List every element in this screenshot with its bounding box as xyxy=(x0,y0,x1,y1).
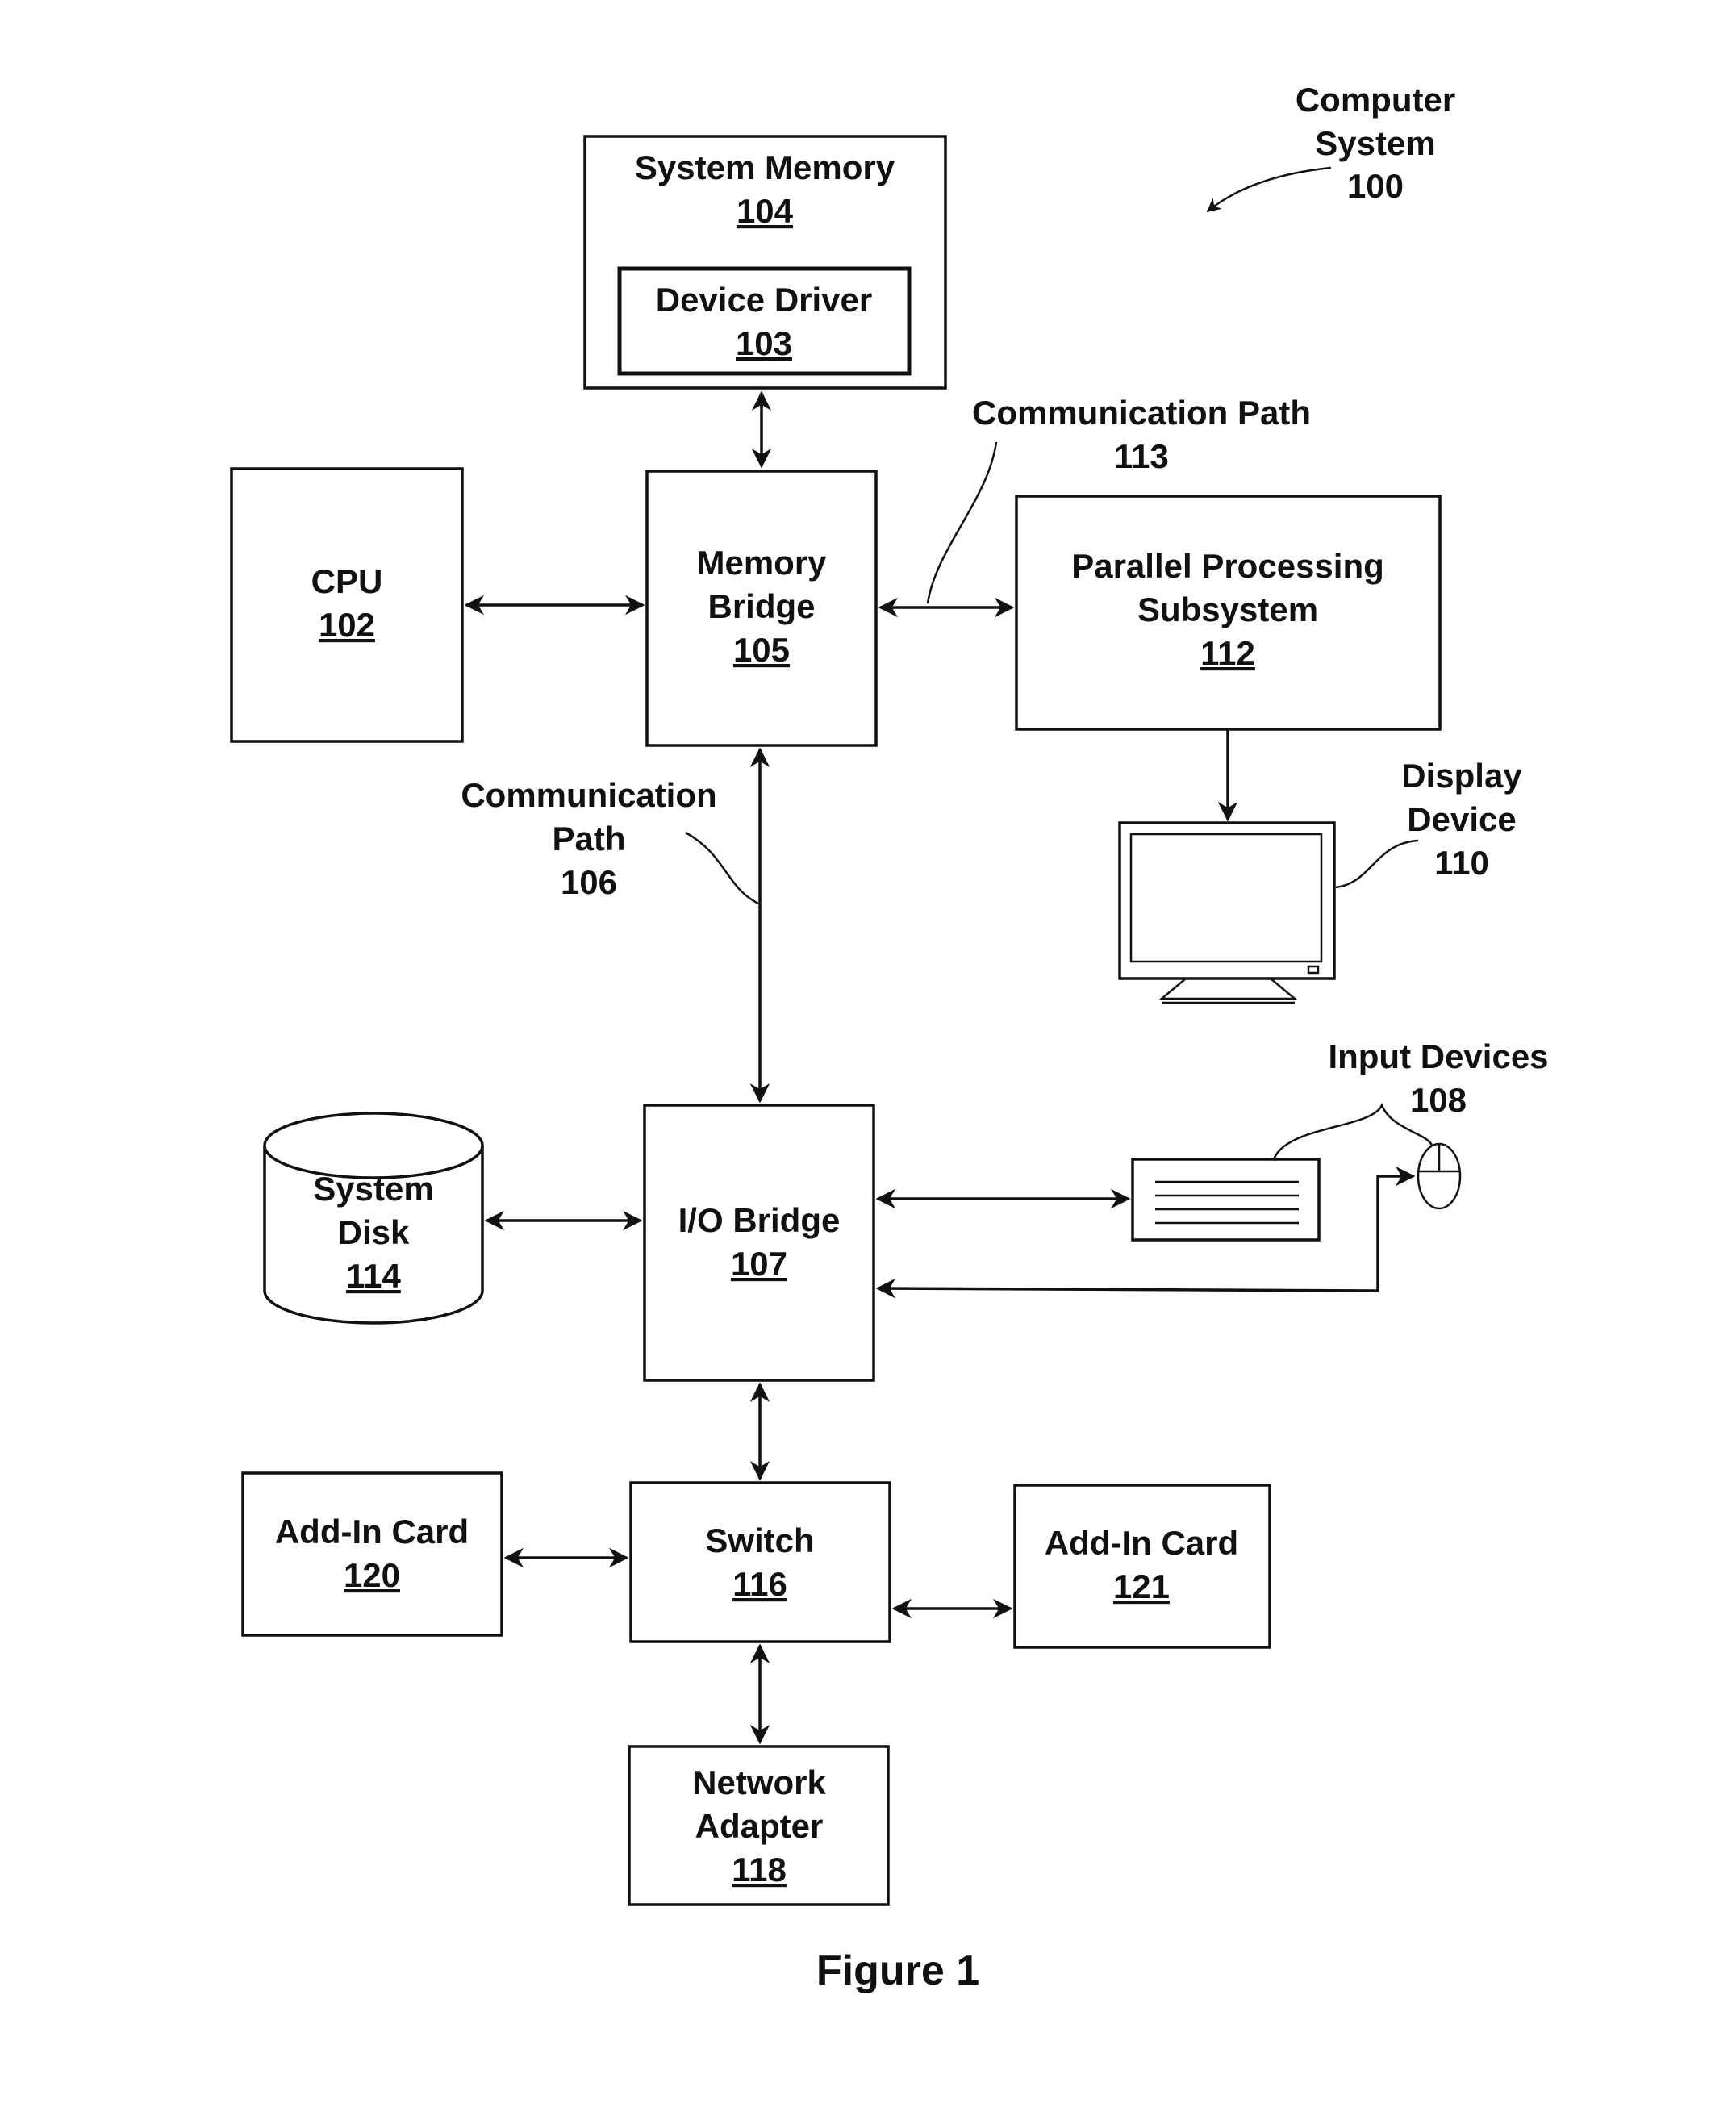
title-pointer-arrow xyxy=(1206,166,1332,213)
monitor-bezel xyxy=(1118,821,1336,980)
cpu-label: CPU xyxy=(311,562,383,600)
add-in-card-120-ref: 120 xyxy=(344,1556,400,1594)
device-driver-ref: 103 xyxy=(736,324,792,362)
add-in-card-121-box xyxy=(1013,1484,1271,1649)
pps-line2: Subsystem xyxy=(1137,591,1318,628)
monitor-stand xyxy=(1158,978,1298,1000)
io-bridge-block: I/O Bridge 107 xyxy=(643,1104,875,1382)
add-in-card-120-block: Add-In Card 120 xyxy=(241,1471,503,1637)
system-disk-block: System Disk 114 xyxy=(263,1112,484,1325)
io-bridge-ref: 107 xyxy=(731,1245,787,1283)
comm-path-106-label: Communication Path 106 xyxy=(461,776,759,905)
input-devices-ref: 108 xyxy=(1410,1081,1467,1119)
input-devices-brace xyxy=(1271,1102,1433,1162)
comm-path-106-line1: Communication xyxy=(461,776,716,814)
disk-top xyxy=(263,1112,484,1179)
mouse-icon xyxy=(1417,1142,1462,1210)
cpu-block: CPU 102 xyxy=(230,467,464,743)
cpu-ref: 102 xyxy=(319,606,375,644)
input-devices-block: Input Devices 108 xyxy=(1131,1037,1549,1242)
switch-box xyxy=(629,1481,891,1643)
memory-bridge-ref: 105 xyxy=(733,631,790,669)
add-in-card-121-block: Add-In Card 121 xyxy=(1013,1484,1271,1649)
add-in-card-120-box xyxy=(241,1471,503,1637)
device-driver-label: Device Driver xyxy=(656,281,873,319)
system-disk-line1: System xyxy=(313,1170,433,1208)
comm-path-106-ref: 106 xyxy=(561,863,617,901)
figure-caption: Figure 1 xyxy=(816,1947,979,1994)
comm-path-113-text: Communication Path xyxy=(972,394,1311,432)
memory-bridge-line1: Memory xyxy=(696,544,827,582)
pps-line1: Parallel Processing xyxy=(1071,547,1384,585)
computer-system-title: Computer System 100 xyxy=(1206,81,1455,213)
title-line2: System xyxy=(1315,124,1435,162)
comm-path-113-leader xyxy=(926,441,998,604)
system-disk-ref: 114 xyxy=(346,1257,401,1295)
io-bridge-label: I/O Bridge xyxy=(678,1201,841,1239)
cpu-box xyxy=(230,467,464,743)
comm-path-106-line2: Path xyxy=(552,820,625,858)
system-memory-ref: 104 xyxy=(737,192,794,230)
network-adapter-line2: Adapter xyxy=(695,1807,824,1845)
display-device-leader xyxy=(1335,839,1419,889)
network-adapter-block: Network Adapter 118 xyxy=(628,1745,890,1906)
parallel-processing-block: Parallel Processing Subsystem 112 xyxy=(1015,495,1442,731)
network-adapter-ref: 118 xyxy=(732,1851,787,1889)
comm-path-113-ref: 113 xyxy=(1114,437,1169,475)
add-in-card-121-ref: 121 xyxy=(1113,1567,1170,1605)
add-in-card-120-label: Add-In Card xyxy=(275,1513,469,1550)
add-in-card-121-label: Add-In Card xyxy=(1045,1524,1238,1562)
pps-ref: 112 xyxy=(1200,634,1255,672)
system-memory-label: System Memory xyxy=(635,148,895,186)
memory-bridge-line2: Bridge xyxy=(707,587,815,625)
io-bridge-box xyxy=(643,1104,875,1382)
memory-bridge-block: Memory Bridge 105 xyxy=(645,470,878,747)
monitor-icon xyxy=(1118,821,1336,1004)
system-disk-line2: Disk xyxy=(338,1213,410,1251)
title-line1: Computer xyxy=(1296,81,1455,119)
display-device-ref: 110 xyxy=(1434,844,1489,882)
display-device-line2: Device xyxy=(1407,800,1516,838)
switch-label: Switch xyxy=(705,1521,814,1559)
comm-path-106-leader xyxy=(685,831,759,905)
display-device-block: Display Device 110 xyxy=(1118,757,1522,1004)
keyboard-icon xyxy=(1131,1158,1321,1242)
system-memory-block: System Memory 104 Device Driver 103 xyxy=(583,135,947,390)
switch-block: Switch 116 xyxy=(629,1481,891,1643)
keyboard-body xyxy=(1131,1158,1321,1242)
computer-system-diagram: Computer System 100 System Memory 104 De… xyxy=(230,81,1549,1994)
switch-ref: 116 xyxy=(732,1565,787,1603)
display-device-line1: Display xyxy=(1401,757,1522,795)
network-adapter-line1: Network xyxy=(692,1763,826,1801)
input-devices-label: Input Devices xyxy=(1328,1037,1548,1075)
title-ref: 100 xyxy=(1347,167,1404,205)
